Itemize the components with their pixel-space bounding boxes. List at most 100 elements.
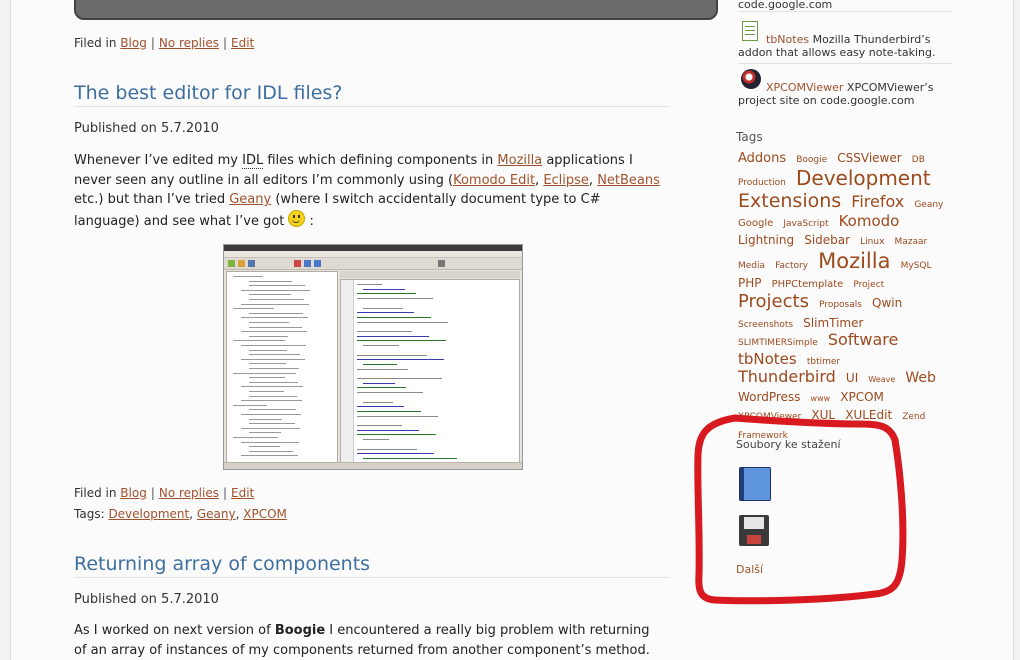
- code-line: [357, 448, 417, 450]
- tag-link[interactable]: Geany: [197, 507, 236, 521]
- replies-link[interactable]: No replies: [159, 486, 219, 500]
- tree-line: [241, 289, 310, 291]
- tag-cloud-link[interactable]: Mazaar: [895, 237, 928, 247]
- tag-cloud-link[interactable]: Google: [738, 218, 773, 229]
- tag-cloud-link[interactable]: Sidebar: [804, 233, 850, 247]
- tbnotes-link[interactable]: tbNotes: [766, 33, 809, 46]
- tag-cloud-link[interactable]: Zend: [902, 412, 925, 422]
- tag-cloud-link[interactable]: tbNotes: [738, 350, 797, 368]
- code-line: [357, 359, 444, 361]
- tree-line: [241, 414, 301, 415]
- tag-cloud-link[interactable]: Development: [796, 166, 931, 190]
- screenshot-toolbar: [224, 258, 522, 270]
- tag-cloud-link[interactable]: Project: [853, 280, 884, 290]
- tree-line: [249, 363, 286, 365]
- tag-cloud-link[interactable]: XULEdit: [845, 408, 892, 422]
- screenshot-menubar: [224, 251, 522, 258]
- tag-cloud-link[interactable]: PHPCtemplate: [772, 279, 844, 290]
- tree-line: [249, 409, 296, 411]
- tag-cloud: Addons Boogie CSSViewer DB Production De…: [738, 148, 950, 442]
- tag-link[interactable]: Development: [108, 507, 189, 521]
- edit-link[interactable]: Edit: [231, 36, 254, 50]
- tag-cloud-link[interactable]: PHP: [738, 276, 762, 290]
- post-title[interactable]: Returning array of components: [74, 553, 670, 578]
- floppy-disk-icon[interactable]: [739, 515, 769, 546]
- tag-cloud-link[interactable]: XPCOMViewer: [738, 412, 801, 422]
- toolbar-forward-icon: [314, 260, 321, 267]
- tag-cloud-link[interactable]: XUL: [811, 408, 835, 422]
- tag-cloud-link[interactable]: XPCOM: [840, 390, 884, 404]
- post-body: As I worked on next version of Boogie I …: [74, 621, 664, 660]
- sidebar-text: code.google.com: [738, 0, 833, 11]
- text: ,: [588, 172, 598, 188]
- tags-heading: Tags: [736, 130, 763, 144]
- post-tags: Tags: Development, Geany, XPCOM: [74, 507, 287, 521]
- tree-line: [233, 372, 296, 374]
- tag-cloud-link[interactable]: UI: [846, 371, 858, 385]
- tag-cloud-link[interactable]: Komodo: [839, 212, 900, 230]
- text: As I worked on next version of: [74, 623, 275, 638]
- more-link[interactable]: Další: [736, 563, 763, 576]
- tag-cloud-link[interactable]: JavaScript: [783, 219, 828, 229]
- tag-cloud-link[interactable]: Projects: [738, 291, 809, 312]
- tag-cloud-link[interactable]: Proposals: [819, 300, 862, 310]
- tag-cloud-link[interactable]: WordPress: [738, 390, 800, 404]
- published-date: Published on 5.7.2010: [74, 592, 219, 607]
- separator: |: [150, 36, 155, 50]
- book-icon[interactable]: [739, 467, 771, 501]
- mozilla-link[interactable]: Mozilla: [497, 153, 542, 168]
- category-link[interactable]: Blog: [120, 486, 147, 500]
- tag-cloud-link[interactable]: CSSViewer: [837, 151, 901, 165]
- code-line: [357, 312, 414, 314]
- tag-cloud-link[interactable]: www: [811, 394, 831, 403]
- tree-line: [249, 326, 302, 328]
- tag-cloud-link[interactable]: Firefox: [851, 192, 904, 211]
- tag-cloud-link[interactable]: Boogie: [796, 155, 827, 165]
- tag-cloud-link[interactable]: DB: [912, 155, 925, 165]
- tag-cloud-link[interactable]: Weave: [868, 375, 895, 384]
- komodo-link[interactable]: Komodo Edit: [453, 173, 535, 188]
- category-link[interactable]: Blog: [120, 36, 147, 50]
- tag-cloud-link[interactable]: MySQL: [901, 261, 932, 271]
- xpcomviewer-link[interactable]: XPCOMViewer: [766, 81, 843, 94]
- replies-link[interactable]: No replies: [159, 36, 219, 50]
- code-line: [363, 401, 393, 403]
- tag-cloud-link[interactable]: Mozilla: [818, 249, 890, 273]
- post-meta-top: Filed in Blog | No replies | Edit: [74, 36, 254, 50]
- tag-cloud-link[interactable]: Linux: [860, 237, 884, 247]
- downloads-heading: Soubory ke stažení: [736, 438, 841, 451]
- tree-line: [249, 354, 300, 356]
- tag-cloud-link[interactable]: Qwin: [872, 296, 902, 310]
- eclipse-link[interactable]: Eclipse: [543, 173, 589, 188]
- tag-cloud-link[interactable]: Software: [828, 330, 899, 349]
- geany-screenshot-image[interactable]: [223, 244, 523, 470]
- tag-cloud-link[interactable]: SLIMTIMERSimple: [738, 338, 818, 348]
- tag-cloud-link[interactable]: Production: [738, 178, 786, 188]
- tree-line: [249, 335, 288, 337]
- tag-cloud-link[interactable]: Screenshots: [738, 320, 793, 330]
- tag-cloud-link[interactable]: Addons: [738, 151, 786, 166]
- tree-line: [241, 358, 305, 360]
- tag-cloud-link[interactable]: SlimTimer: [803, 316, 863, 330]
- tag-cloud-link[interactable]: Media: [738, 261, 765, 271]
- tree-line: [233, 404, 267, 406]
- tag-link[interactable]: XPCOM: [243, 507, 287, 521]
- tag-cloud-link[interactable]: Geany: [914, 200, 943, 210]
- toolbar-search-icon: [438, 260, 445, 267]
- code-line: [363, 288, 405, 290]
- code-line: [357, 368, 408, 370]
- tag-cloud-link[interactable]: Factory: [775, 261, 808, 271]
- tree-line: [241, 455, 298, 457]
- tag-cloud-link[interactable]: Web: [905, 370, 936, 386]
- netbeans-link[interactable]: NetBeans: [597, 173, 660, 188]
- tree-line: [249, 280, 292, 282]
- post-title[interactable]: The best editor for IDL files?: [74, 82, 670, 107]
- tag-cloud-link[interactable]: Thunderbird: [738, 367, 836, 387]
- edit-link[interactable]: Edit: [231, 486, 254, 500]
- tag-cloud-link[interactable]: Extensions: [738, 190, 841, 212]
- tag-cloud-link[interactable]: tbtimer: [807, 357, 840, 367]
- screenshot-statusbar: [224, 462, 522, 469]
- geany-link[interactable]: Geany: [229, 192, 271, 207]
- code-line: [357, 321, 448, 323]
- tag-cloud-link[interactable]: Lightning: [738, 233, 794, 247]
